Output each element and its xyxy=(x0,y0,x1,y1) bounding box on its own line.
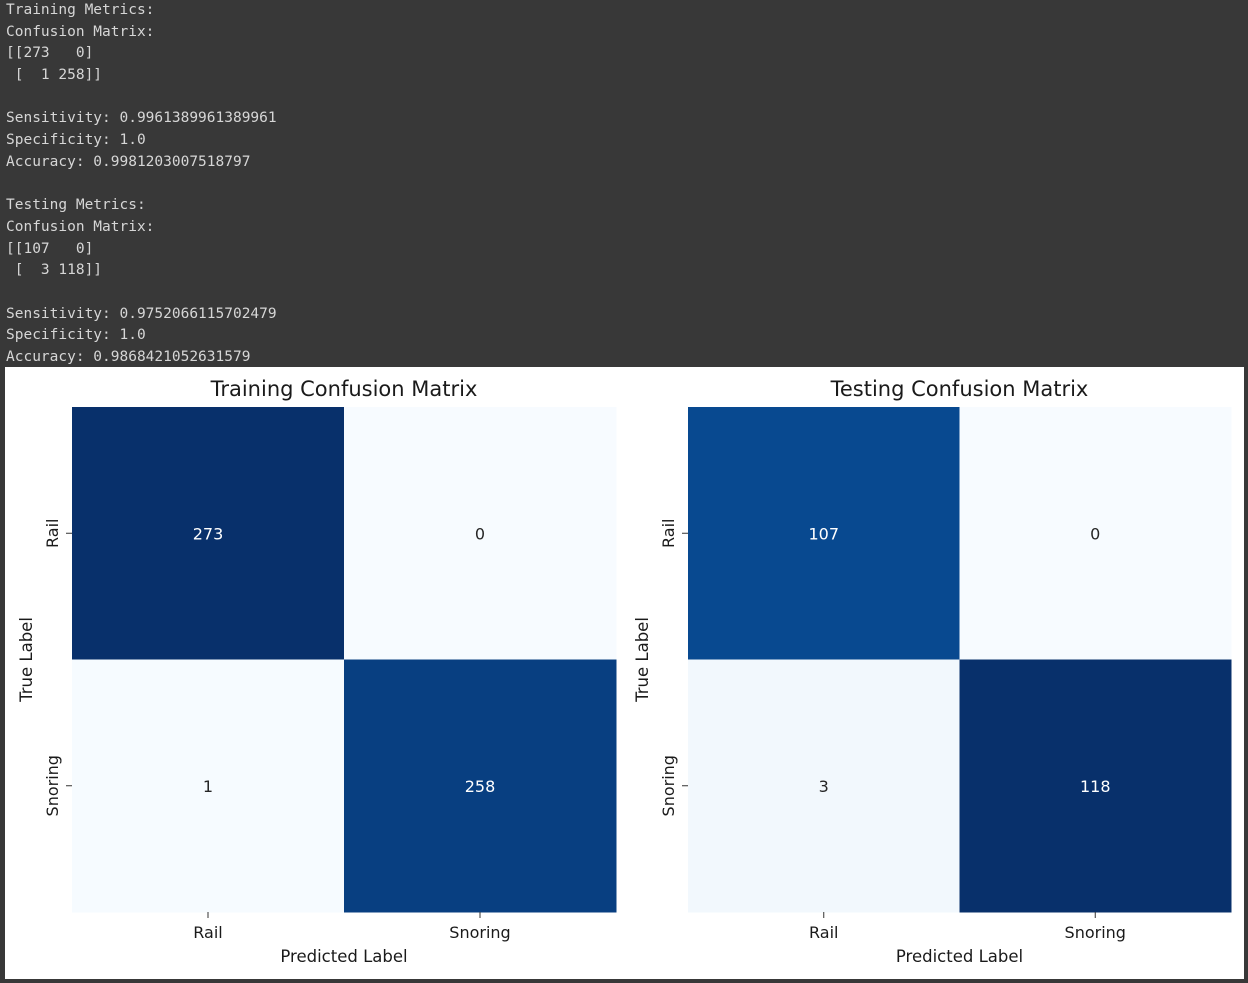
console-line: Accuracy: 0.9868421052631579 xyxy=(6,349,251,365)
confusion-matrix-plots: 273 0 1 258 Training Confusion Matrix Rail Sno… xyxy=(17,377,1232,966)
console-line: Accuracy: 0.9981203007518797 xyxy=(6,153,251,170)
console-line: Specificity: 1.0 xyxy=(6,327,146,344)
training-heatmap: 273 0 1 258 Training Confusion Matrix Rail Sno… xyxy=(17,377,617,966)
console-line: Confusion Matrix: xyxy=(6,23,155,40)
x-tick-label: Snoring xyxy=(449,923,510,942)
x-tick-label: Snoring xyxy=(1065,923,1126,942)
x-tick-label: Rail xyxy=(193,923,222,942)
cell-value-label: 273 xyxy=(193,524,224,543)
y-tick-label: Rail xyxy=(659,519,678,548)
x-axis-label: Predicted Label xyxy=(280,947,407,966)
cell-value-label: 107 xyxy=(808,524,839,543)
chart-title: Training Confusion Matrix xyxy=(210,377,478,401)
cell-value-label: 0 xyxy=(1090,524,1100,543)
console-line: Training Metrics: xyxy=(6,2,155,18)
confusion-matrix-figure: 273 0 1 258 Training Confusion Matrix Rail Sno… xyxy=(5,367,1244,979)
y-axis-label: True Label xyxy=(17,617,36,703)
chart-title: Testing Confusion Matrix xyxy=(830,377,1089,401)
console-line: Sensitivity: 0.9961389961389961 xyxy=(6,110,277,127)
testing-heatmap: 107 0 3 118 Testing Confusion Matrix Rail Snor… xyxy=(633,377,1232,966)
y-axis-label: True Label xyxy=(633,617,652,703)
output-console: Training Metrics: Confusion Matrix: [[273 … xyxy=(6,0,1242,366)
y-tick-label: Snoring xyxy=(43,755,62,816)
cell-value-label: 3 xyxy=(819,777,829,796)
x-axis-label: Predicted Label xyxy=(896,947,1023,966)
console-line: Confusion Matrix: xyxy=(6,218,155,235)
console-line: Specificity: 1.0 xyxy=(6,132,146,149)
console-line: [ 1 258]] xyxy=(6,67,103,84)
console-line: [[107 0] xyxy=(6,240,94,257)
y-tick-label: Snoring xyxy=(659,755,678,816)
cell-value-label: 1 xyxy=(203,777,213,796)
cell-value-label: 258 xyxy=(465,777,496,796)
console-line: Sensitivity: 0.9752066115702479 xyxy=(6,305,277,322)
cell-value-label: 0 xyxy=(475,524,485,543)
x-tick-label: Rail xyxy=(809,923,838,942)
console-line: [ 3 118]] xyxy=(6,262,103,279)
console-line: [[273 0] xyxy=(6,45,94,62)
console-line: Testing Metrics: xyxy=(6,197,146,214)
y-tick-label: Rail xyxy=(43,519,62,548)
cell-value-label: 118 xyxy=(1080,777,1111,796)
